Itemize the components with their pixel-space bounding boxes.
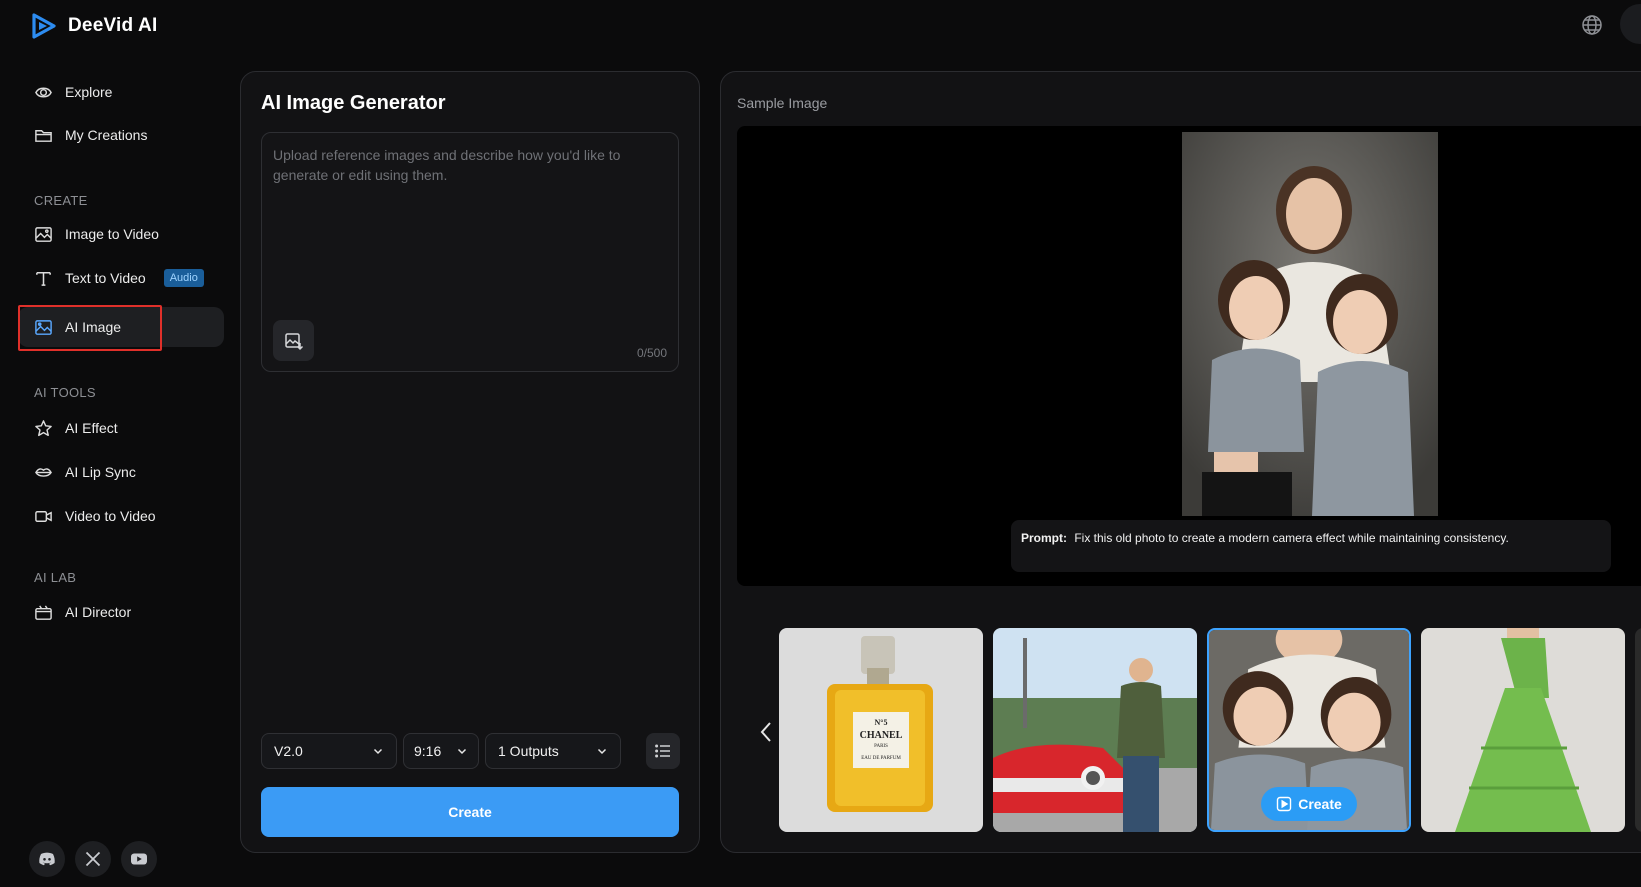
green-dress-image [1421, 628, 1625, 832]
create-button[interactable]: Create [261, 787, 679, 837]
sidebar-item-text-to-video[interactable]: Text to Video Audio [18, 258, 224, 298]
section-ai-lab: AI LAB [34, 570, 77, 585]
app-name: DeeVid AI [68, 15, 158, 36]
video-icon [35, 510, 52, 522]
perfume-image: N°5 CHANEL PARIS EAU DE PARFUM [779, 628, 983, 832]
sidebar-item-label: AI Director [65, 604, 132, 620]
prompt-input[interactable] [262, 133, 678, 303]
model-select[interactable]: V2.0 [261, 733, 397, 769]
app-logo[interactable]: DeeVid AI [30, 12, 157, 40]
car-man-image [993, 628, 1197, 832]
next-thumbnail-partial[interactable] [1635, 628, 1641, 832]
sidebar-item-label: My Creations [65, 127, 148, 143]
sidebar-item-ai-lip-sync[interactable]: AI Lip Sync [18, 452, 224, 492]
discord-icon [39, 852, 55, 866]
perfume-thumbnail[interactable]: N°5 CHANEL PARIS EAU DE PARFUM [779, 628, 983, 832]
x-link[interactable] [75, 841, 111, 877]
prompt-container: 0/500 [261, 132, 679, 372]
youtube-link[interactable] [121, 841, 157, 877]
folder-icon [35, 129, 52, 142]
sidebar-item-image-to-video[interactable]: Image to Video [18, 214, 224, 254]
sample-image [1182, 132, 1438, 516]
prompt-caption: Prompt: Fix this old photo to create a m… [1011, 520, 1611, 572]
generator-panel: AI Image Generator 0/500 V2.0 9:16 1 Out… [240, 71, 700, 853]
aspect-ratio-value: 9:16 [414, 743, 442, 759]
sidebar-item-label: Text to Video [65, 270, 146, 286]
mother-daughters-thumbnail[interactable]: Create [1207, 628, 1411, 832]
sidebar-item-ai-effect[interactable]: AI Effect [18, 408, 224, 448]
perfume-label-brand: CHANEL [860, 730, 903, 741]
sidebar-item-label: AI Lip Sync [65, 464, 136, 480]
sidebar-item-label: Image to Video [65, 226, 159, 242]
section-create: CREATE [34, 193, 88, 208]
upload-reference-button[interactable] [273, 320, 314, 361]
perfume-label-city: PARIS [874, 744, 888, 749]
character-count: 0/500 [636, 346, 667, 360]
deevid-logo-icon [32, 13, 56, 39]
thumbnail-create-label: Create [1298, 796, 1342, 812]
lips-icon [35, 467, 52, 477]
director-icon [35, 604, 52, 620]
active-item-highlight [18, 305, 162, 351]
account-button[interactable] [1620, 4, 1641, 44]
sidebar-item-my-creations[interactable]: My Creations [18, 115, 224, 155]
settings-list-button[interactable] [646, 733, 680, 769]
youtube-icon [131, 853, 147, 865]
sidebar-item-ai-director[interactable]: AI Director [18, 592, 224, 632]
sample-preview: Prompt: Fix this old photo to create a m… [737, 126, 1641, 586]
perfume-label-no5: N°5 [875, 718, 888, 727]
sidebar-item-explore[interactable]: Explore [18, 72, 224, 112]
outputs-select[interactable]: 1 Outputs [485, 733, 621, 769]
prompt-caption-label: Prompt: [1021, 531, 1067, 545]
page-title: AI Image Generator [261, 92, 446, 114]
perfume-label-type: EAU DE PARFUM [861, 756, 901, 761]
star-icon [35, 419, 52, 436]
image-upload-icon [284, 332, 303, 350]
sidebar-item-video-to-video[interactable]: Video to Video [18, 496, 224, 536]
list-icon [655, 744, 670, 758]
chevron-down-icon [597, 748, 607, 755]
outputs-select-value: 1 Outputs [498, 743, 559, 759]
discord-link[interactable] [29, 841, 65, 877]
text-icon [36, 271, 51, 286]
sample-label: Sample Image [737, 95, 828, 111]
sidebar-item-label: AI Effect [65, 420, 118, 436]
sample-panel: Sample Image Prompt: Fix this old photo … [720, 71, 1641, 853]
thumbnail-create-button[interactable]: Create [1261, 787, 1357, 821]
eye-icon [35, 87, 52, 97]
prompt-caption-text: Fix this old photo to create a modern ca… [1074, 531, 1509, 545]
green-dress-thumbnail[interactable] [1421, 628, 1625, 832]
section-ai-tools: AI TOOLS [34, 385, 96, 400]
chevron-left-icon[interactable] [757, 719, 775, 745]
x-icon [85, 851, 101, 867]
sidebar-item-label: Explore [65, 84, 113, 100]
globe-icon[interactable] [1581, 14, 1603, 36]
chevron-down-icon [373, 748, 383, 755]
aspect-ratio-select[interactable]: 9:16 [403, 733, 479, 769]
car-man-thumbnail[interactable] [993, 628, 1197, 832]
model-select-value: V2.0 [274, 743, 303, 759]
play-square-icon [1277, 796, 1292, 812]
sidebar-item-label: Video to Video [65, 508, 156, 524]
chevron-down-icon [457, 748, 467, 755]
image-icon [35, 226, 52, 242]
audio-badge: Audio [163, 269, 204, 287]
